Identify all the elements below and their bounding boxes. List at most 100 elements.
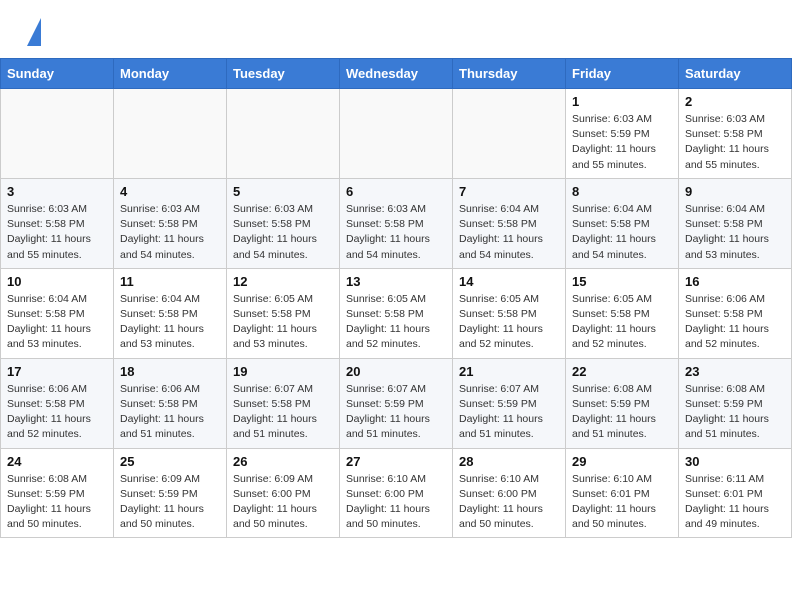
day-info: Sunrise: 6:05 AM Sunset: 5:58 PM Dayligh… bbox=[572, 292, 672, 353]
day-number: 7 bbox=[459, 184, 559, 199]
day-info: Sunrise: 6:04 AM Sunset: 5:58 PM Dayligh… bbox=[120, 292, 220, 353]
calendar-day-cell: 21 Sunrise: 6:07 AM Sunset: 5:59 PM Dayli… bbox=[453, 358, 566, 448]
day-info: Sunrise: 6:03 AM Sunset: 5:59 PM Dayligh… bbox=[572, 112, 672, 173]
calendar-week-row: 10 Sunrise: 6:04 AM Sunset: 5:58 PM Dayli… bbox=[1, 268, 792, 358]
calendar-day-cell: 3 Sunrise: 6:03 AM Sunset: 5:58 PM Daylig… bbox=[1, 178, 114, 268]
day-number: 11 bbox=[120, 274, 220, 289]
day-number: 17 bbox=[7, 364, 107, 379]
day-number: 13 bbox=[346, 274, 446, 289]
calendar-day-cell: 11 Sunrise: 6:04 AM Sunset: 5:58 PM Dayli… bbox=[114, 268, 227, 358]
day-number: 26 bbox=[233, 454, 333, 469]
day-info: Sunrise: 6:07 AM Sunset: 5:58 PM Dayligh… bbox=[233, 382, 333, 443]
calendar-day-cell: 28 Sunrise: 6:10 AM Sunset: 6:00 PM Dayli… bbox=[453, 448, 566, 538]
day-info: Sunrise: 6:04 AM Sunset: 5:58 PM Dayligh… bbox=[572, 202, 672, 263]
day-info: Sunrise: 6:08 AM Sunset: 5:59 PM Dayligh… bbox=[7, 472, 107, 533]
day-number: 21 bbox=[459, 364, 559, 379]
calendar-day-cell: 24 Sunrise: 6:08 AM Sunset: 5:59 PM Dayli… bbox=[1, 448, 114, 538]
day-info: Sunrise: 6:03 AM Sunset: 5:58 PM Dayligh… bbox=[685, 112, 785, 173]
calendar-day-cell: 30 Sunrise: 6:11 AM Sunset: 6:01 PM Dayli… bbox=[679, 448, 792, 538]
day-info: Sunrise: 6:06 AM Sunset: 5:58 PM Dayligh… bbox=[120, 382, 220, 443]
calendar-day-cell: 18 Sunrise: 6:06 AM Sunset: 5:58 PM Dayli… bbox=[114, 358, 227, 448]
day-info: Sunrise: 6:03 AM Sunset: 5:58 PM Dayligh… bbox=[346, 202, 446, 263]
calendar-day-cell bbox=[340, 89, 453, 179]
calendar-day-cell: 23 Sunrise: 6:08 AM Sunset: 5:59 PM Dayli… bbox=[679, 358, 792, 448]
day-info: Sunrise: 6:04 AM Sunset: 5:58 PM Dayligh… bbox=[459, 202, 559, 263]
calendar-col-header: Saturday bbox=[679, 59, 792, 89]
day-info: Sunrise: 6:10 AM Sunset: 6:01 PM Dayligh… bbox=[572, 472, 672, 533]
day-info: Sunrise: 6:05 AM Sunset: 5:58 PM Dayligh… bbox=[233, 292, 333, 353]
calendar-col-header: Sunday bbox=[1, 59, 114, 89]
calendar-day-cell: 1 Sunrise: 6:03 AM Sunset: 5:59 PM Daylig… bbox=[566, 89, 679, 179]
day-number: 30 bbox=[685, 454, 785, 469]
day-info: Sunrise: 6:11 AM Sunset: 6:01 PM Dayligh… bbox=[685, 472, 785, 533]
calendar-day-cell bbox=[1, 89, 114, 179]
calendar-day-cell: 10 Sunrise: 6:04 AM Sunset: 5:58 PM Dayli… bbox=[1, 268, 114, 358]
calendar-week-row: 17 Sunrise: 6:06 AM Sunset: 5:58 PM Dayli… bbox=[1, 358, 792, 448]
logo-triangle-icon bbox=[27, 18, 41, 46]
day-number: 4 bbox=[120, 184, 220, 199]
day-info: Sunrise: 6:05 AM Sunset: 5:58 PM Dayligh… bbox=[346, 292, 446, 353]
calendar-day-cell bbox=[453, 89, 566, 179]
calendar-day-cell: 22 Sunrise: 6:08 AM Sunset: 5:59 PM Dayli… bbox=[566, 358, 679, 448]
calendar-day-cell: 9 Sunrise: 6:04 AM Sunset: 5:58 PM Daylig… bbox=[679, 178, 792, 268]
day-info: Sunrise: 6:07 AM Sunset: 5:59 PM Dayligh… bbox=[459, 382, 559, 443]
calendar-table: SundayMondayTuesdayWednesdayThursdayFrid… bbox=[0, 58, 792, 538]
calendar-day-cell: 26 Sunrise: 6:09 AM Sunset: 6:00 PM Dayli… bbox=[227, 448, 340, 538]
calendar-day-cell: 29 Sunrise: 6:10 AM Sunset: 6:01 PM Dayli… bbox=[566, 448, 679, 538]
day-info: Sunrise: 6:09 AM Sunset: 5:59 PM Dayligh… bbox=[120, 472, 220, 533]
calendar-col-header: Tuesday bbox=[227, 59, 340, 89]
day-info: Sunrise: 6:10 AM Sunset: 6:00 PM Dayligh… bbox=[346, 472, 446, 533]
calendar-col-header: Thursday bbox=[453, 59, 566, 89]
day-number: 9 bbox=[685, 184, 785, 199]
calendar-day-cell: 2Sunrise: 6:03 AM Sunset: 5:58 PM Daylig… bbox=[679, 89, 792, 179]
day-info: Sunrise: 6:04 AM Sunset: 5:58 PM Dayligh… bbox=[7, 292, 107, 353]
day-number: 8 bbox=[572, 184, 672, 199]
calendar-day-cell: 20Sunrise: 6:07 AM Sunset: 5:59 PM Dayli… bbox=[340, 358, 453, 448]
calendar-col-header: Monday bbox=[114, 59, 227, 89]
day-info: Sunrise: 6:03 AM Sunset: 5:58 PM Dayligh… bbox=[7, 202, 107, 263]
day-info: Sunrise: 6:08 AM Sunset: 5:59 PM Dayligh… bbox=[685, 382, 785, 443]
day-info: Sunrise: 6:08 AM Sunset: 5:59 PM Dayligh… bbox=[572, 382, 672, 443]
day-info: Sunrise: 6:06 AM Sunset: 5:58 PM Dayligh… bbox=[7, 382, 107, 443]
calendar-week-row: 24 Sunrise: 6:08 AM Sunset: 5:59 PM Dayli… bbox=[1, 448, 792, 538]
calendar-day-cell: 14Sunrise: 6:05 AM Sunset: 5:58 PM Dayli… bbox=[453, 268, 566, 358]
calendar-day-cell: 19Sunrise: 6:07 AM Sunset: 5:58 PM Dayli… bbox=[227, 358, 340, 448]
calendar-header-row: SundayMondayTuesdayWednesdayThursdayFrid… bbox=[1, 59, 792, 89]
day-info: Sunrise: 6:03 AM Sunset: 5:58 PM Dayligh… bbox=[120, 202, 220, 263]
day-number: 15 bbox=[572, 274, 672, 289]
day-info: Sunrise: 6:04 AM Sunset: 5:58 PM Dayligh… bbox=[685, 202, 785, 263]
day-number: 3 bbox=[7, 184, 107, 199]
calendar-day-cell bbox=[114, 89, 227, 179]
day-number: 25 bbox=[120, 454, 220, 469]
calendar-day-cell: 4 Sunrise: 6:03 AM Sunset: 5:58 PM Daylig… bbox=[114, 178, 227, 268]
day-number: 1 bbox=[572, 94, 672, 109]
day-number: 6 bbox=[346, 184, 446, 199]
calendar-day-cell bbox=[227, 89, 340, 179]
day-info: Sunrise: 6:10 AM Sunset: 6:00 PM Dayligh… bbox=[459, 472, 559, 533]
page-header bbox=[0, 0, 792, 58]
calendar-day-cell: 17 Sunrise: 6:06 AM Sunset: 5:58 PM Dayli… bbox=[1, 358, 114, 448]
day-info: Sunrise: 6:03 AM Sunset: 5:58 PM Dayligh… bbox=[233, 202, 333, 263]
logo bbox=[24, 18, 41, 48]
calendar-day-cell: 15 Sunrise: 6:05 AM Sunset: 5:58 PM Dayli… bbox=[566, 268, 679, 358]
day-number: 18 bbox=[120, 364, 220, 379]
day-number: 24 bbox=[7, 454, 107, 469]
day-number: 16 bbox=[685, 274, 785, 289]
day-info: Sunrise: 6:06 AM Sunset: 5:58 PM Dayligh… bbox=[685, 292, 785, 353]
day-number: 22 bbox=[572, 364, 672, 379]
calendar-day-cell: 13 Sunrise: 6:05 AM Sunset: 5:58 PM Dayli… bbox=[340, 268, 453, 358]
calendar-week-row: 3 Sunrise: 6:03 AM Sunset: 5:58 PM Daylig… bbox=[1, 178, 792, 268]
calendar-day-cell: 27Sunrise: 6:10 AM Sunset: 6:00 PM Dayli… bbox=[340, 448, 453, 538]
day-number: 28 bbox=[459, 454, 559, 469]
calendar-day-cell: 8 Sunrise: 6:04 AM Sunset: 5:58 PM Daylig… bbox=[566, 178, 679, 268]
calendar-day-cell: 16 Sunrise: 6:06 AM Sunset: 5:58 PM Dayli… bbox=[679, 268, 792, 358]
calendar-col-header: Wednesday bbox=[340, 59, 453, 89]
day-info: Sunrise: 6:09 AM Sunset: 6:00 PM Dayligh… bbox=[233, 472, 333, 533]
day-number: 10 bbox=[7, 274, 107, 289]
day-number: 23 bbox=[685, 364, 785, 379]
calendar-day-cell: 5Sunrise: 6:03 AM Sunset: 5:58 PM Daylig… bbox=[227, 178, 340, 268]
day-number: 29 bbox=[572, 454, 672, 469]
day-info: Sunrise: 6:07 AM Sunset: 5:59 PM Dayligh… bbox=[346, 382, 446, 443]
calendar-week-row: 1 Sunrise: 6:03 AM Sunset: 5:59 PM Daylig… bbox=[1, 89, 792, 179]
day-number: 14 bbox=[459, 274, 559, 289]
